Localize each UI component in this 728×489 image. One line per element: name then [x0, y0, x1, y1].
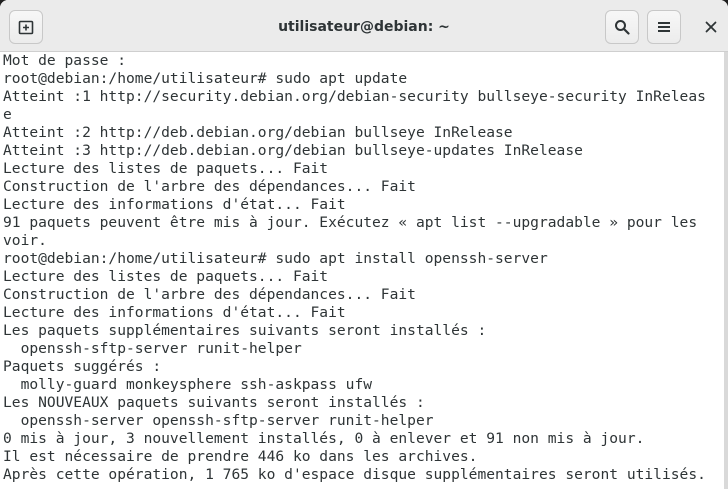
terminal-line: Après cette opération, 1 765 ko d'espace… [3, 466, 706, 483]
terminal-line: Construction de l'arbre des dépendances.… [3, 286, 416, 303]
terminal-scrollbar[interactable] [724, 52, 728, 489]
search-icon [615, 20, 630, 35]
terminal-line: openssh-server openssh-sftp-server runit… [3, 412, 434, 429]
terminal-window: utilisateur@debian: ~ Mot de passe : root… [0, 0, 728, 489]
terminal-line: 91 paquets peuvent être mis à jour. Exéc… [3, 214, 698, 231]
terminal-line: Les NOUVEAUX paquets suivants seront ins… [3, 394, 425, 411]
terminal-line: 0 mis à jour, 3 nouvellement installés, … [3, 430, 645, 447]
terminal-line: voir. [3, 232, 47, 249]
terminal-line: Lecture des informations d'état... Fait [3, 196, 346, 213]
terminal-line: root@debian:/home/utilisateur# sudo apt … [3, 250, 548, 267]
new-tab-icon [18, 20, 34, 35]
terminal-line: Il est nécessaire de prendre 446 ko dans… [3, 448, 478, 465]
terminal-line: openssh-sftp-server runit-helper [3, 340, 302, 357]
title-bar[interactable]: utilisateur@debian: ~ [0, 0, 728, 52]
close-button[interactable] [694, 10, 728, 44]
terminal-lines: Mot de passe : root@debian:/home/utilisat… [3, 52, 706, 484]
new-tab-button[interactable] [9, 10, 43, 44]
hamburger-menu-icon [658, 22, 670, 32]
terminal-line: e [3, 106, 12, 123]
terminal-line: Lecture des informations d'état... Fait [3, 304, 346, 321]
terminal-line: Atteint :1 http://security.debian.org/de… [3, 88, 706, 105]
terminal-line: Atteint :3 http://deb.debian.org/debian … [3, 142, 583, 159]
terminal-output[interactable]: Mot de passe : root@debian:/home/utilisat… [0, 52, 728, 489]
terminal-line: Lecture des listes de paquets... Fait [3, 160, 329, 177]
menu-button[interactable] [647, 10, 681, 44]
close-icon [705, 21, 717, 33]
terminal-line: Construction de l'arbre des dépendances.… [3, 178, 416, 195]
terminal-line: Les paquets supplémentaires suivants ser… [3, 322, 487, 339]
terminal-line: Atteint :2 http://deb.debian.org/debian … [3, 124, 513, 141]
search-button[interactable] [605, 10, 639, 44]
terminal-line: Mot de passe : [3, 52, 127, 69]
terminal-line: root@debian:/home/utilisateur# sudo apt … [3, 70, 408, 87]
terminal-line: Paquets suggérés : [3, 358, 162, 375]
terminal-line: Lecture des listes de paquets... Fait [3, 268, 329, 285]
terminal-line: molly-guard monkeysphere ssh-askpass ufw [3, 376, 373, 393]
